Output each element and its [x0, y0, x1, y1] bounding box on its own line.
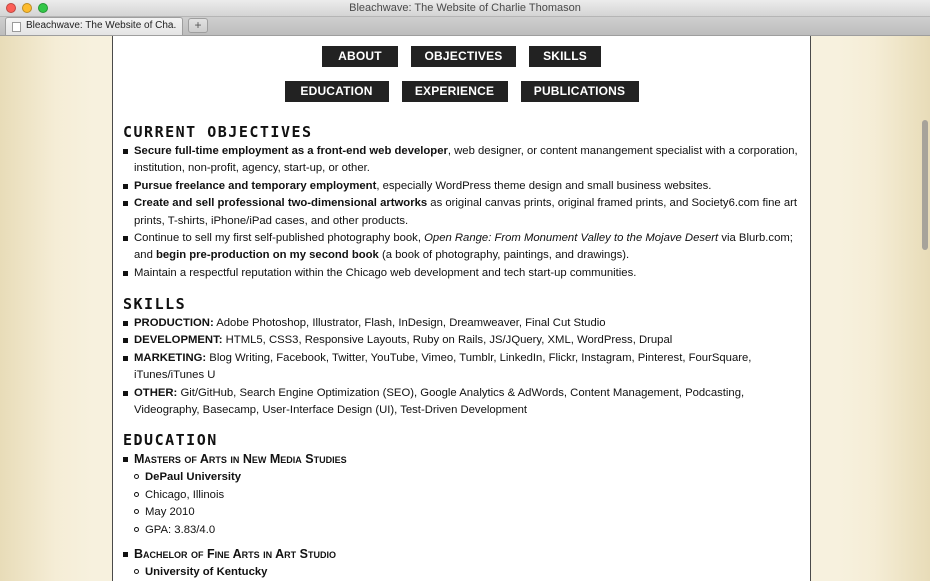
skills-section: SKILLS PRODUCTION: Adobe Photoshop, Illu…	[123, 295, 803, 419]
list-item: OTHER: Git/GitHub, Search Engine Optimiz…	[123, 385, 803, 420]
nav-skills[interactable]: SKILLS	[529, 46, 601, 67]
tab-bar: Bleachwave: The Website of Cha... +	[0, 17, 930, 36]
degree-detail: University of Kentucky	[134, 564, 803, 581]
nav-objectives[interactable]: OBJECTIVES	[411, 46, 516, 67]
objectives-section: CURRENT OBJECTIVES Secure full-time empl…	[123, 123, 803, 282]
degree-detail: Chicago, Illinois	[134, 487, 803, 504]
list-item: MARKETING: Blog Writing, Facebook, Twitt…	[123, 350, 803, 385]
window-titlebar: Bleachwave: The Website of Charlie Thoma…	[0, 0, 930, 17]
list-item: PRODUCTION: Adobe Photoshop, Illustrator…	[123, 315, 803, 332]
plus-icon: +	[194, 18, 202, 32]
list-item: Pursue freelance and temporary employmen…	[123, 178, 803, 195]
tab-label: Bleachwave: The Website of Cha...	[26, 20, 176, 31]
degree-detail: May 2010	[134, 504, 803, 521]
page-viewport[interactable]: ABOUT OBJECTIVES SKILLS EDUCATION EXPERI…	[0, 36, 930, 581]
skills-heading: SKILLS	[123, 295, 187, 313]
list-item: Continue to sell my first self-published…	[123, 230, 803, 265]
page-icon	[12, 22, 21, 32]
degree-detail: DePaul University	[134, 469, 803, 486]
nav-publications[interactable]: PUBLICATIONS	[520, 81, 639, 102]
nav-education[interactable]: EDUCATION	[284, 81, 389, 102]
vertical-scrollbar[interactable]	[920, 36, 930, 581]
degree-detail: GPA: 3.83/4.0	[134, 522, 803, 539]
list-item: Secure full-time employment as a front-e…	[123, 143, 803, 178]
education-section: EDUCATION Masters of Arts in New Media S…	[123, 431, 803, 581]
nav-row-2: EDUCATION EXPERIENCE PUBLICATIONS	[113, 81, 810, 102]
list-item: Create and sell professional two-dimensi…	[123, 195, 803, 230]
degree-item: Masters of Arts in New Media Studies DeP…	[123, 451, 803, 539]
nav-experience[interactable]: EXPERIENCE	[401, 81, 508, 102]
tab-bleachwave[interactable]: Bleachwave: The Website of Cha...	[5, 17, 183, 35]
list-item: Maintain a respectful reputation within …	[123, 265, 803, 282]
new-tab-button[interactable]: +	[188, 18, 208, 33]
page-content: ABOUT OBJECTIVES SKILLS EDUCATION EXPERI…	[112, 36, 811, 581]
objectives-heading: CURRENT OBJECTIVES	[123, 123, 313, 141]
window-title: Bleachwave: The Website of Charlie Thoma…	[349, 2, 581, 14]
education-heading: EDUCATION	[123, 431, 218, 449]
scrollbar-thumb[interactable]	[922, 120, 928, 250]
nav-row-1: ABOUT OBJECTIVES SKILLS	[113, 46, 810, 67]
degree-item: Bachelor of Fine Arts in Art Studio Univ…	[123, 546, 803, 581]
nav-about[interactable]: ABOUT	[322, 46, 398, 67]
list-item: DEVELOPMENT: HTML5, CSS3, Responsive Lay…	[123, 332, 803, 349]
